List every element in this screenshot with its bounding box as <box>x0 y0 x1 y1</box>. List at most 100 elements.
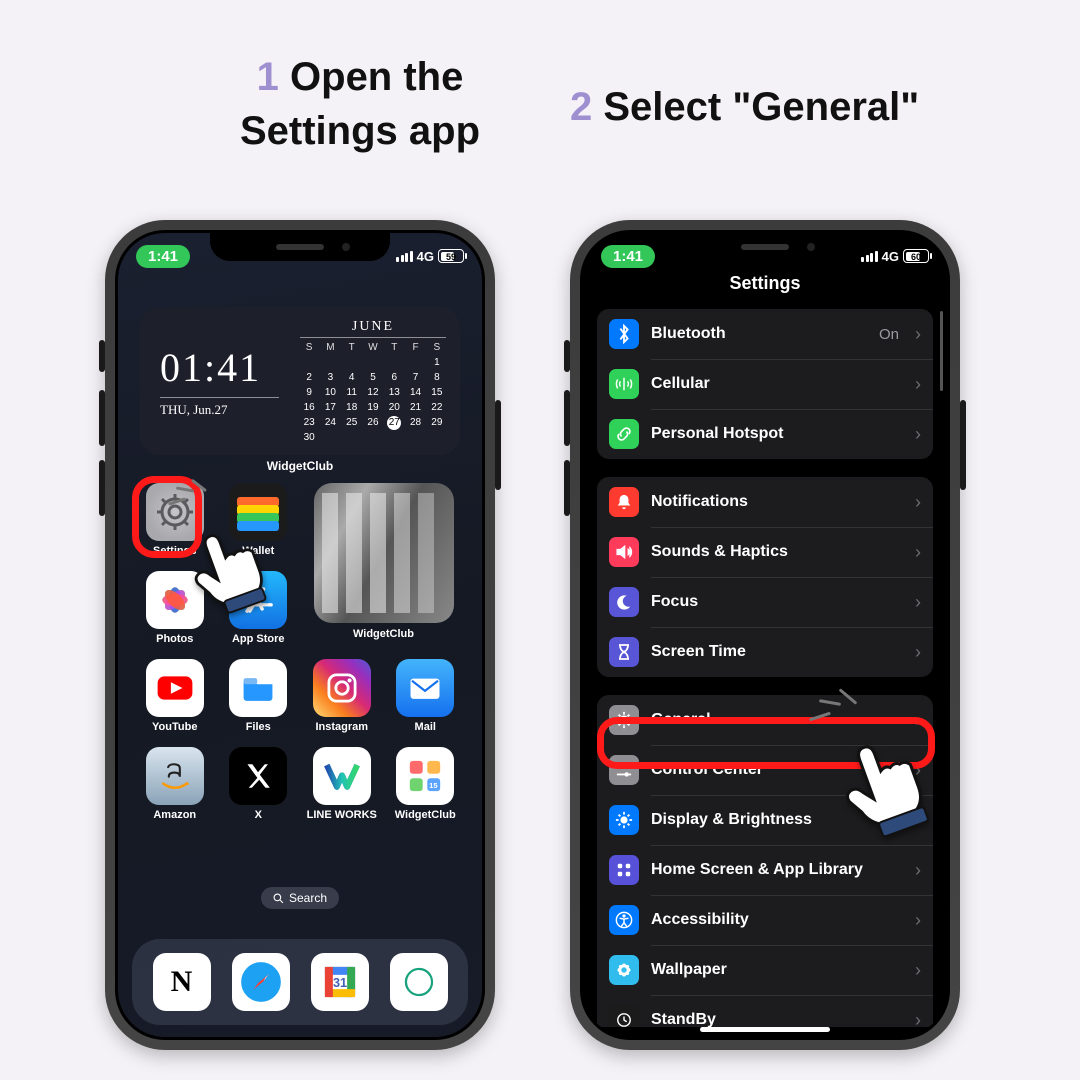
notch <box>675 233 855 261</box>
chevron-right-icon: › <box>915 1010 921 1028</box>
hourglass-icon <box>609 637 639 667</box>
photos-icon <box>146 571 204 629</box>
row-notifications[interactable]: Notifications › <box>597 477 933 527</box>
mute-switch <box>99 340 105 372</box>
chevron-right-icon: › <box>915 960 921 981</box>
calendar-widget[interactable]: 01:41 THU, Jun.27 JUNE SMTWTFS1234567891… <box>140 307 460 455</box>
chevron-right-icon: › <box>915 810 921 831</box>
row-standby[interactable]: StandBy › <box>597 995 933 1027</box>
row-display[interactable]: Display & Brightness › <box>597 795 933 845</box>
dock-app-google-calendar[interactable]: 31 <box>311 953 369 1011</box>
home-search[interactable]: Search <box>261 887 339 909</box>
bell-icon <box>609 487 639 517</box>
step-2-number: 2 <box>570 85 592 129</box>
row-cellular[interactable]: Cellular › <box>597 359 933 409</box>
dock: N 31 <box>132 939 468 1025</box>
x-icon <box>229 747 287 805</box>
app-files[interactable]: Files <box>222 659 296 733</box>
widget-time: 01:41 <box>160 344 300 391</box>
phone-mockup-home: 1:41 4G 59 01:41 THU, Jun.27 JUNE SMTWTF… <box>105 220 495 1050</box>
row-accessibility[interactable]: Accessibility › <box>597 895 933 945</box>
amazon-icon <box>146 747 204 805</box>
phone-mockup-settings: 1:41 4G 60 Settings Bluetooth On › Cellu… <box>570 220 960 1050</box>
battery-icon: 60 <box>903 249 929 263</box>
sun-icon <box>609 805 639 835</box>
chevron-right-icon: › <box>915 910 921 931</box>
app-instagram[interactable]: Instagram <box>305 659 379 733</box>
app-amazon[interactable]: Amazon <box>138 747 212 821</box>
home-indicator[interactable] <box>700 1027 830 1032</box>
speaker-icon <box>609 537 639 567</box>
svg-text:15: 15 <box>429 781 437 790</box>
app-x[interactable]: X <box>222 747 296 821</box>
appstore-icon <box>229 571 287 629</box>
moon-icon <box>609 587 639 617</box>
mail-icon <box>396 659 454 717</box>
photo-widget-image <box>314 483 454 623</box>
highlight-ring <box>597 717 935 769</box>
gear-icon <box>146 483 204 541</box>
app-mail[interactable]: Mail <box>389 659 463 733</box>
step-2-heading: 2 Select "General" <box>570 80 1000 134</box>
chevron-right-icon: › <box>915 324 921 345</box>
mute-switch <box>564 340 570 372</box>
svg-text:31: 31 <box>332 976 346 990</box>
widget-month: JUNE <box>300 319 446 335</box>
chevron-right-icon: › <box>915 374 921 395</box>
row-home-screen[interactable]: Home Screen & App Library › <box>597 845 933 895</box>
dock-app-chatgpt[interactable] <box>390 953 448 1011</box>
chevron-right-icon: › <box>915 542 921 563</box>
app-lineworks[interactable]: LINE WORKS <box>305 747 379 821</box>
settings-title: Settings <box>583 273 947 294</box>
network-label: 4G <box>882 249 899 264</box>
antenna-icon <box>609 369 639 399</box>
status-time-pill[interactable]: 1:41 <box>136 245 190 268</box>
link-icon <box>609 419 639 449</box>
widget-label: WidgetClub <box>118 459 482 473</box>
search-icon <box>273 893 284 904</box>
widgetclub-icon: 15 <box>396 747 454 805</box>
flower-icon <box>609 955 639 985</box>
volume-down-button <box>99 460 105 516</box>
scroll-indicator[interactable] <box>940 311 943 391</box>
app-widgetclub[interactable]: 15 WidgetClub <box>389 747 463 821</box>
home-app-grid: Settings Wallet WidgetClub Photos <box>138 483 462 821</box>
row-wallpaper[interactable]: Wallpaper › <box>597 945 933 995</box>
signal-icon <box>861 251 878 262</box>
app-wallet[interactable]: Wallet <box>222 483 296 557</box>
accessibility-icon <box>609 905 639 935</box>
row-sounds[interactable]: Sounds & Haptics › <box>597 527 933 577</box>
app-youtube[interactable]: YouTube <box>138 659 212 733</box>
clock-icon <box>609 1005 639 1027</box>
signal-icon <box>396 251 413 262</box>
chevron-right-icon: › <box>915 642 921 663</box>
battery-icon: 59 <box>438 249 464 263</box>
instagram-icon <box>313 659 371 717</box>
app-photos[interactable]: Photos <box>138 571 212 645</box>
volume-up-button <box>564 390 570 446</box>
chevron-right-icon: › <box>915 592 921 613</box>
lineworks-icon <box>313 747 371 805</box>
dock-app-safari[interactable] <box>232 953 290 1011</box>
row-focus[interactable]: Focus › <box>597 577 933 627</box>
chevron-right-icon: › <box>915 860 921 881</box>
settings-list[interactable]: Bluetooth On › Cellular › Personal Hotsp… <box>597 309 933 1027</box>
notch <box>210 233 390 261</box>
app-settings[interactable]: Settings <box>138 483 212 557</box>
grid-icon <box>609 855 639 885</box>
row-screentime[interactable]: Screen Time › <box>597 627 933 677</box>
photo-widget[interactable]: WidgetClub <box>305 483 462 645</box>
chevron-right-icon: › <box>915 424 921 445</box>
youtube-icon <box>146 659 204 717</box>
wallet-icon <box>229 483 287 541</box>
volume-up-button <box>99 390 105 446</box>
dock-app-notion[interactable]: N <box>153 953 211 1011</box>
row-hotspot[interactable]: Personal Hotspot › <box>597 409 933 459</box>
volume-down-button <box>564 460 570 516</box>
bluetooth-icon <box>609 319 639 349</box>
row-bluetooth[interactable]: Bluetooth On › <box>597 309 933 359</box>
status-time-pill[interactable]: 1:41 <box>601 245 655 268</box>
calendar-grid: SMTWTFS123456789101112131415161718192021… <box>300 341 446 445</box>
files-icon <box>229 659 287 717</box>
app-appstore[interactable]: App Store <box>222 571 296 645</box>
